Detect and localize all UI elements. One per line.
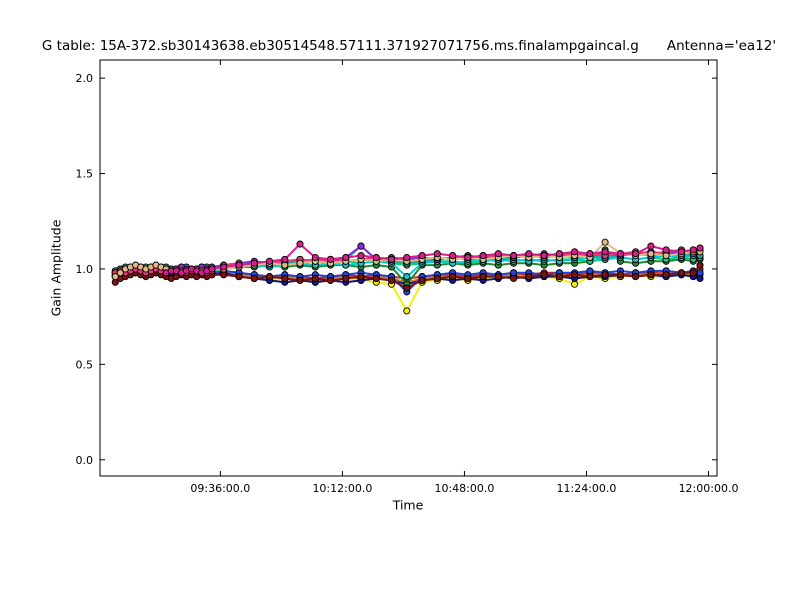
marker-darkred [266,274,272,280]
marker-darkred [663,272,669,278]
marker-darkred [388,277,394,283]
marker-darkred [480,274,486,280]
marker-darkred [617,272,623,278]
marker-magenta [312,254,318,260]
marker-magenta [434,251,440,257]
marker-darkred [602,272,608,278]
y-tick-label: 0.0 [76,454,94,467]
y-tick-label: 1.5 [76,168,94,181]
marker-magenta [633,251,639,257]
marker-darkred [373,275,379,281]
marker-darkred [648,272,654,278]
marker-magenta [388,256,394,262]
marker-cyan [404,274,410,280]
marker-magenta [358,253,364,259]
marker-magenta [678,249,684,255]
marker-darkred [556,274,562,280]
marker-darkred [690,270,696,276]
marker-darkred [541,272,547,278]
marker-magenta [236,262,242,268]
marker-darkred [526,274,532,280]
marker-darkred [312,275,318,281]
marker-darkred [327,277,333,283]
marker-wheat [297,260,303,266]
y-axis-label: Gain Amplitude [49,220,64,317]
x-tick-label: 10:48:00.0 [434,482,494,495]
x-tick-label: 10:12:00.0 [312,482,372,495]
marker-magenta [327,256,333,262]
marker-darkred [358,274,364,280]
y-tick-label: 1.0 [76,263,94,276]
x-tick-label: 11:24:00.0 [557,482,617,495]
marker-darkred [404,285,410,291]
marker-magenta [648,243,654,249]
marker-purple [358,243,364,249]
marker-magenta [572,249,578,255]
marker-darkred [251,275,257,281]
marker-magenta [556,251,562,257]
marker-magenta [526,251,532,257]
x-tick-label: 09:36:00.0 [190,482,250,495]
marker-magenta [663,247,669,253]
marker-blue [697,270,703,276]
marker-darkred [633,274,639,280]
marker-darkred [450,274,456,280]
marker-darkred [697,262,703,268]
marker-darkred [572,272,578,278]
marker-darkred [343,275,349,281]
marker-magenta [404,254,410,260]
marker-magenta [209,266,215,272]
marker-magenta [282,256,288,262]
marker-magenta [602,249,608,255]
marker-darkred [495,274,501,280]
marker-yellow [404,308,410,314]
marker-darkred [587,274,593,280]
marker-wheat [602,239,608,245]
x-axis-label: Time [393,498,424,513]
marker-magenta [251,260,257,266]
marker-magenta [495,251,501,257]
marker-darkred [419,277,425,283]
marker-magenta [697,245,703,251]
marker-magenta [297,241,303,247]
marker-darkred [434,275,440,281]
marker-magenta [343,254,349,260]
marker-magenta [221,264,227,270]
x-tick-label: 12:00:00.0 [679,482,739,495]
marker-magenta [465,254,471,260]
marker-magenta [510,253,516,259]
marker-magenta [587,251,593,257]
y-tick-label: 0.5 [76,358,94,371]
marker-darkred [510,275,516,281]
plot-figure: G table: 15A-372.sb30143638.eb30514548.5… [0,0,800,600]
marker-darkred [236,274,242,280]
marker-magenta [266,258,272,264]
marker-magenta [419,253,425,259]
marker-magenta [373,254,379,260]
marker-darkred [282,275,288,281]
marker-magenta [617,251,623,257]
marker-darkred [297,277,303,283]
marker-magenta [541,253,547,259]
marker-darkred [465,275,471,281]
marker-magenta [690,247,696,253]
marker-wheat [648,251,654,257]
y-tick-label: 2.0 [76,72,94,85]
marker-darkred [678,270,684,276]
marker-magenta [450,253,456,259]
marker-magenta [480,253,486,259]
